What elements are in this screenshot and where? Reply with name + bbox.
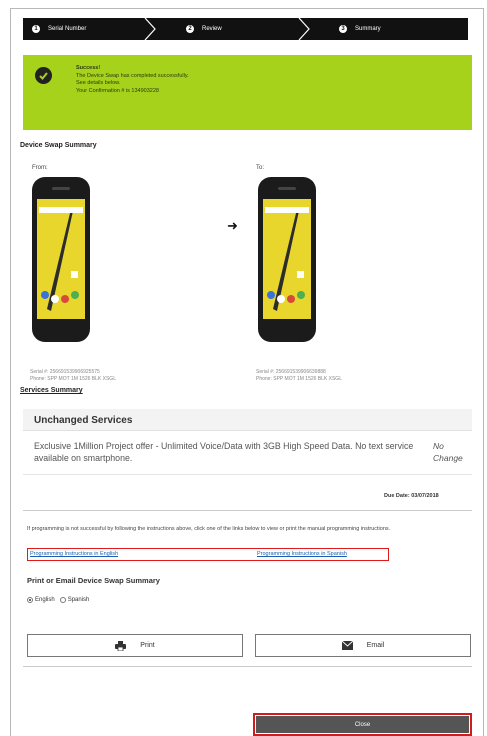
step-summary: 3 Summary <box>315 18 468 40</box>
print-label: Print <box>140 642 155 649</box>
close-button-highlight: Close <box>253 713 472 736</box>
spanish-radio[interactable] <box>59 597 66 603</box>
print-button[interactable]: Print <box>27 634 243 657</box>
step-number-icon: 3 <box>339 25 347 33</box>
due-date: Due Date: 03/07/2018 <box>384 493 439 499</box>
close-button[interactable]: Close <box>256 716 469 733</box>
services-table: Unchanged Services Exclusive 1Million Pr… <box>23 409 472 477</box>
old-serial-number: Serial #: 256691539906925575 <box>30 369 100 375</box>
step-label: Serial Number <box>48 26 87 32</box>
unchanged-services-header: Unchanged Services <box>23 409 472 431</box>
table-row: Exclusive 1Million Project offer - Unlim… <box>23 437 472 475</box>
success-banner: Success! The Device Swap has completed s… <box>23 55 472 130</box>
step-number-icon: 1 <box>32 25 40 33</box>
from-label: From: <box>32 165 48 171</box>
arrow-right-icon: ➜ <box>227 218 238 233</box>
chevron-right-icon <box>144 18 156 40</box>
step-serial-number: 1 Serial Number <box>23 18 161 40</box>
new-device-info: Serial #: 256691539906639888 Phone: SPP … <box>256 369 342 383</box>
device-swap-summary-title: Device Swap Summary <box>20 142 97 149</box>
programming-instructions-english-link[interactable]: Programming Instructions in English <box>30 551 118 557</box>
success-title: Success! <box>76 65 101 71</box>
divider <box>23 666 472 667</box>
step-label: Review <box>202 26 222 32</box>
email-button[interactable]: Email <box>255 634 471 657</box>
spanish-label: Spanish <box>67 597 90 603</box>
programming-instructions-spanish-link[interactable]: Programming Instructions in Spanish <box>257 551 347 557</box>
english-radio[interactable] <box>27 597 33 603</box>
programming-note: If programming is not successful by foll… <box>27 526 391 532</box>
language-selector: English Spanish <box>27 597 89 603</box>
new-device-image <box>258 177 316 342</box>
service-status: No Change <box>433 441 463 463</box>
check-circle-icon <box>35 67 52 84</box>
old-phone-model: Phone: SPP MOT 1M 1526 BLK XSGL <box>30 376 116 382</box>
to-label: To: <box>256 165 265 171</box>
old-device-image <box>32 177 90 342</box>
progress-stepper: 1 Serial Number 2 Review 3 Summary <box>23 18 468 40</box>
success-message: The Device Swap has completed successful… <box>76 72 189 79</box>
service-description: Exclusive 1Million Project offer - Unlim… <box>34 441 414 463</box>
printer-icon <box>115 640 127 651</box>
step-review: 2 Review <box>161 18 315 40</box>
envelope-icon <box>341 641 353 650</box>
services-summary-title: Services Summary <box>20 387 83 394</box>
email-label: Email <box>366 642 385 649</box>
chevron-right-icon <box>298 18 310 40</box>
english-label: English <box>35 597 55 603</box>
old-device-info: Serial #: 256691539906925575 Phone: SPP … <box>30 369 116 383</box>
confirmation-number: Your Confirmation # is 134903228 <box>76 87 159 94</box>
divider <box>23 510 472 511</box>
print-email-title: Print or Email Device Swap Summary <box>27 576 160 585</box>
step-number-icon: 2 <box>186 25 194 33</box>
new-serial-number: Serial #: 256691539906639888 <box>256 369 326 375</box>
step-label: Summary <box>355 26 381 32</box>
new-phone-model: Phone: SPP MOT 1M 1526 BLK XSGL <box>256 376 342 382</box>
success-details-note: See details below. <box>76 80 121 86</box>
